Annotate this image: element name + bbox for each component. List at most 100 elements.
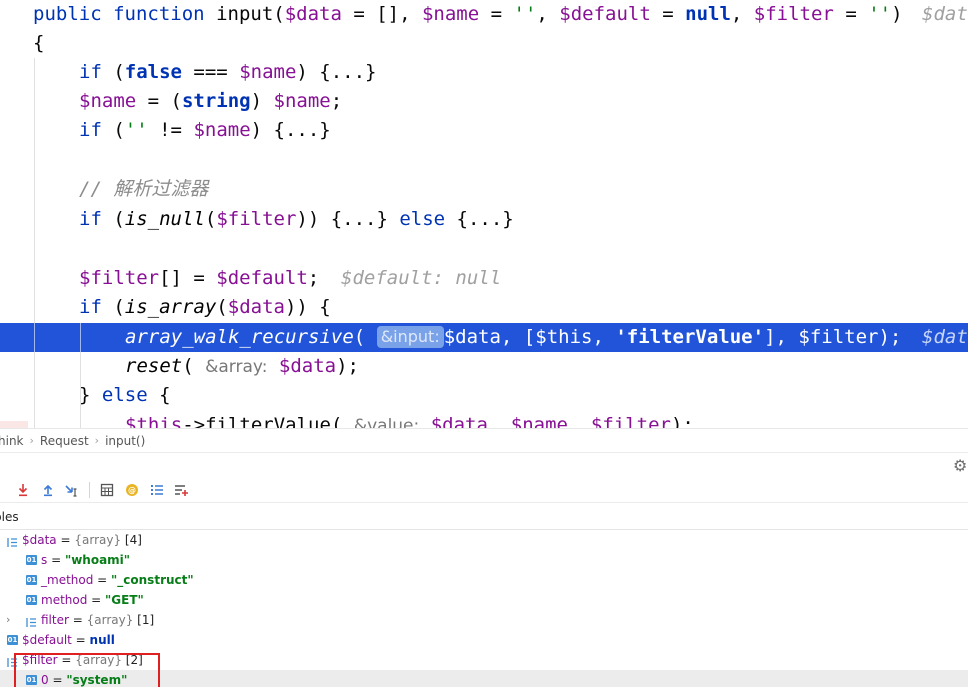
code-text: ( [330,414,354,428]
code-text: ( [216,296,228,318]
keyword: if [79,296,102,318]
variables-tree: $data = {array} [4] 01 s = "whoami" 01 _me… [0,530,968,687]
variable: $name [193,119,251,141]
list-icon[interactable] [144,479,169,501]
folded-block[interactable]: {...} [445,208,514,230]
code-text: , [ [500,326,536,348]
variable-value: "whoami" [64,553,131,567]
array-icon [7,654,18,667]
tree-row[interactable]: $filter = {array} [2] [0,650,968,670]
code-line: if (is_array($data)) { [0,293,968,322]
code-text: ); [670,414,694,428]
variable-type: {array} [74,533,122,547]
variable-name: 0 [41,673,49,687]
code-text: [] = [159,267,217,289]
string-literal: 'filterValue' [615,326,765,348]
breadcrumb-item-method[interactable]: input() [105,429,145,453]
code-text: ( [204,208,217,230]
variable: $filter [216,208,297,230]
code-text: ], [764,326,799,348]
step-out-icon[interactable] [35,479,60,501]
function-call: is_array [124,296,217,318]
code-editor[interactable]: public function input($data = [], $name … [0,0,968,428]
variables-tab-row: bles [0,505,968,530]
inline-value-hint: $default: null [341,267,502,289]
evaluate-expression-icon[interactable] [94,479,119,501]
code-text: === [181,61,240,83]
equals-sign: = [87,593,106,607]
tree-row[interactable]: $data = {array} [4] [0,530,968,550]
tree-row[interactable]: › filter = {array} [1] [0,610,968,630]
array-icon [26,614,37,627]
code-text: , [536,3,560,25]
equals-sign: = [47,553,65,567]
svg-text:@: @ [128,486,136,495]
code-line: $this->filterValue( &value: $data, $name… [0,411,968,428]
keyword: null [685,3,731,25]
equals-sign: = [71,633,90,647]
variable-value: null [89,633,115,647]
tree-row[interactable]: 01 $default = null [0,630,968,650]
indent-guide [34,323,35,352]
code-line: if ('' != $name) {...} [0,116,968,145]
variable: $name [273,90,331,112]
chevron-right-icon[interactable]: › [6,610,10,630]
code-line: $filter[] = $default; $default: null [0,264,968,293]
run-to-cursor-icon[interactable] [60,479,85,501]
step-into-icon[interactable] [10,479,35,501]
gear-icon[interactable]: ⚙ [953,456,967,475]
variable-name: method [41,593,88,607]
keyword: function [113,3,205,25]
code-line: } else { [0,381,968,410]
variable-type: {array} [86,613,134,627]
breadcrumb-item-class[interactable]: Request [40,429,89,453]
breadcrumb-item-namespace[interactable]: hink [0,429,24,453]
debug-toolbar: @ [0,478,968,503]
tree-row[interactable]: 01 _method = "_construct" [0,570,968,590]
tree-row[interactable]: 01 s = "whoami" [0,550,968,570]
code-text: { [147,384,171,406]
toolbar-divider [89,482,90,498]
watch-icon[interactable]: @ [119,479,144,501]
variable-name: $data [22,533,57,547]
primitive-value-icon: 01 [26,554,37,565]
code-text: ; [307,267,320,289]
code-text: , [592,326,616,348]
keyword: else [101,384,148,406]
parameter-hint: &array: [205,357,268,377]
variable: $filter [590,414,671,428]
folded-block[interactable]: ) {...} [251,119,331,141]
code-text: != [147,119,194,141]
variable: $filter [798,326,879,348]
variable-name: $filter [22,653,58,667]
variable: $data [443,326,501,348]
code-text: )) { [284,296,331,318]
code-text: = ( [136,90,182,112]
code-text: , [568,414,591,428]
keyword: public [33,3,102,25]
parameter: $name [421,3,480,25]
string-literal: '' [868,3,892,25]
execution-point-line: array_walk_recursive( &input: $data, [$th… [0,323,968,352]
code-line: { [0,29,968,58]
variable: $data [227,296,285,318]
parameter: $filter [753,3,834,25]
code-line: // 解析过滤器 [0,175,968,204]
variable-count: [4] [121,533,142,547]
code-text: ); [878,326,902,348]
tree-row[interactable]: 01 method = "GET" [0,590,968,610]
code-text: } [79,384,102,406]
tree-row-selected[interactable]: 01 0 = "system" [0,670,968,687]
primitive-value-icon: 01 [26,594,37,605]
code-text: ( [101,119,125,141]
folded-block[interactable]: ) {...} [296,61,376,83]
code-text: = [479,3,514,25]
debug-panel-header: ⚙ [0,453,968,478]
tab-variables[interactable]: bles [0,505,19,530]
string-literal: '' [513,3,537,25]
keyword: false [124,61,182,83]
folded-block[interactable]: )) {...} [296,208,399,230]
add-to-watches-icon[interactable] [169,479,194,501]
function-call: reset [125,355,183,377]
brace: { [33,32,45,54]
